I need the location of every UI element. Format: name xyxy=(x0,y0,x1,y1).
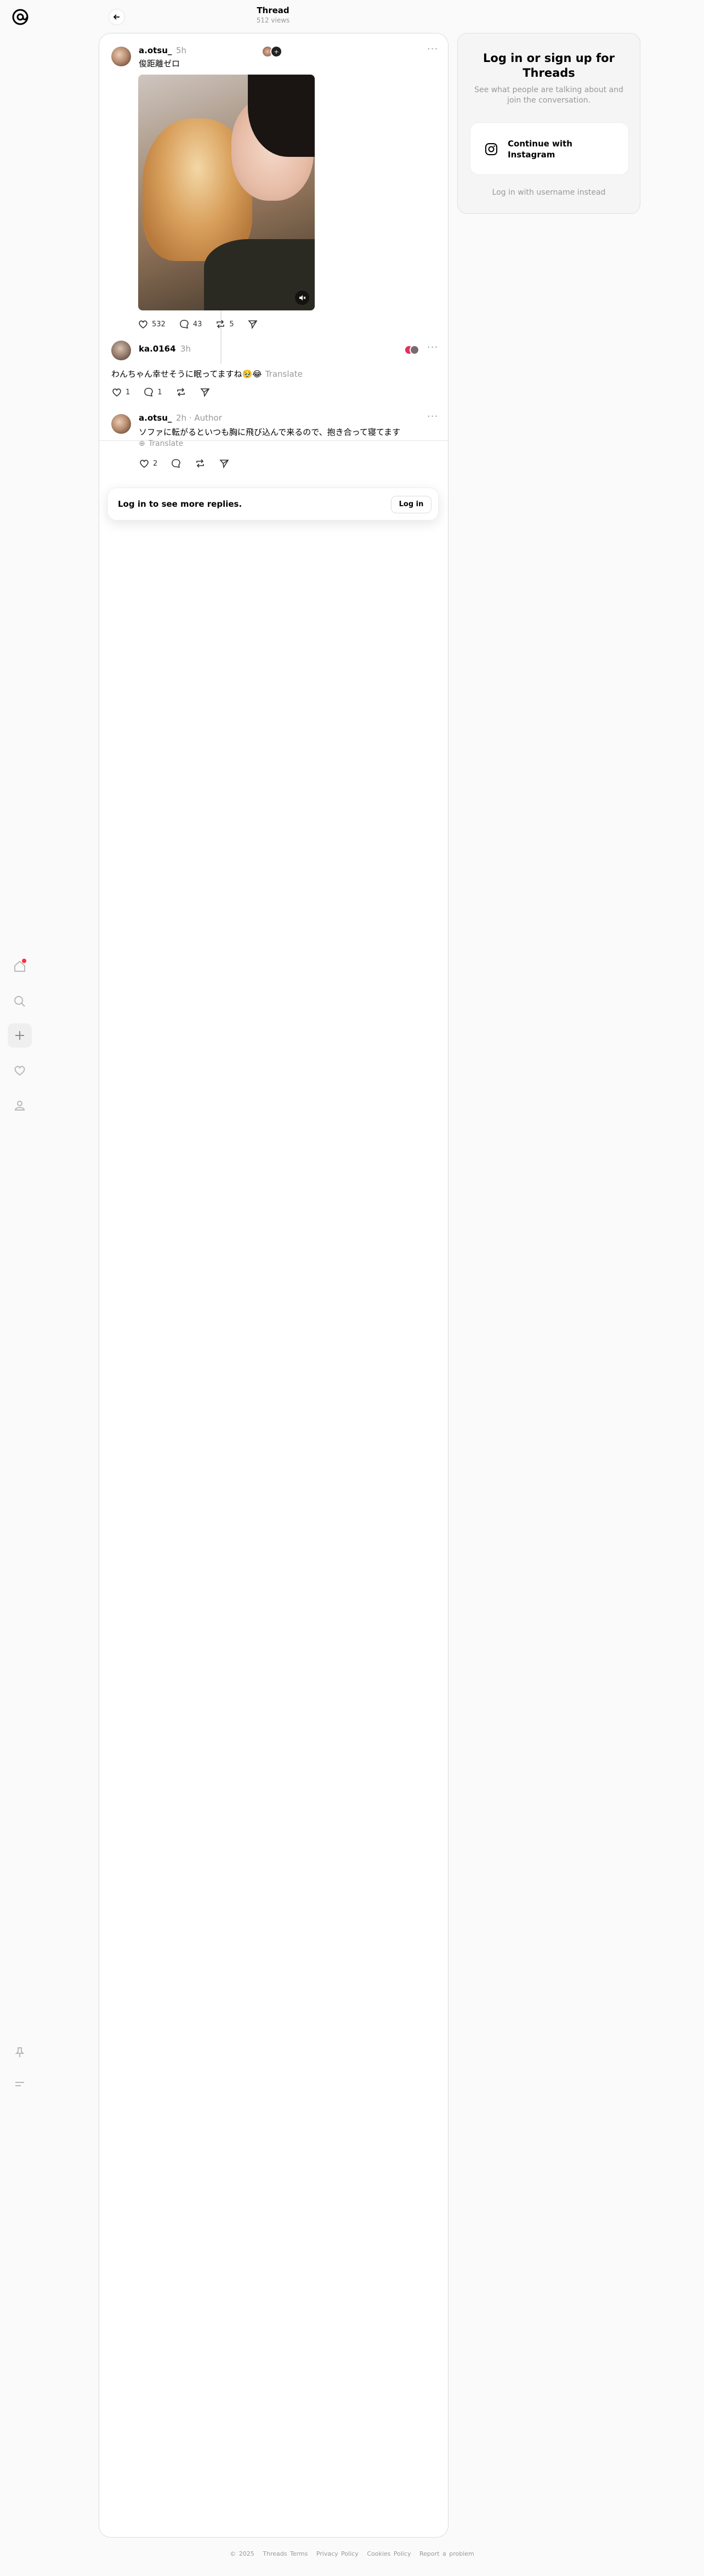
post-more-button[interactable]: ··· xyxy=(427,43,438,55)
footer: © 2025 Threads Terms Privacy Policy Cook… xyxy=(0,2550,704,2557)
pin-icon xyxy=(15,2047,25,2057)
reply2-time-row: 2h · Author xyxy=(176,413,222,423)
view-count: 512 views xyxy=(256,16,290,24)
post-actions: 532 43 5 xyxy=(138,319,258,330)
post-video[interactable] xyxy=(138,75,315,310)
signup-card: Log in or sign up for Threads See what p… xyxy=(457,33,640,214)
back-button[interactable] xyxy=(109,9,125,25)
send-icon xyxy=(200,388,209,398)
username-login-link[interactable]: Log in with username instead xyxy=(458,188,640,197)
reply1-time[interactable]: 3h xyxy=(180,344,191,354)
nav-menu-button[interactable] xyxy=(8,2072,32,2096)
translate-globe-icon: ⊕ xyxy=(139,439,145,448)
instagram-icon xyxy=(485,143,497,155)
follow-plus-icon: + xyxy=(270,46,282,58)
threads-logo-icon[interactable] xyxy=(11,8,30,26)
repost-button[interactable]: 5 xyxy=(215,319,234,330)
footer-link-privacy[interactable]: Privacy Policy xyxy=(316,2550,359,2557)
share-button[interactable] xyxy=(219,458,230,469)
comment-icon xyxy=(180,320,189,329)
heart-icon xyxy=(112,388,121,397)
reply1-text-row: わんちゃん幸せそうに眠ってますね🥹😂 Translate xyxy=(111,368,303,380)
like-count: 1 xyxy=(126,388,130,397)
nav-create-button[interactable] xyxy=(8,1023,32,1048)
heart-icon xyxy=(14,1066,25,1076)
reply-count: 43 xyxy=(192,320,202,329)
search-icon xyxy=(14,996,25,1007)
reply2-time[interactable]: 2h xyxy=(176,413,186,423)
signup-title: Log in or sign up for Threads xyxy=(483,52,615,80)
signup-description: See what people are talking about and jo… xyxy=(474,86,623,105)
share-button[interactable] xyxy=(247,319,258,330)
like-button[interactable]: 1 xyxy=(111,387,130,398)
heart-icon xyxy=(140,460,149,468)
reply2-translate-link[interactable]: Translate xyxy=(149,439,184,448)
send-icon xyxy=(219,460,229,469)
like-count: 532 xyxy=(152,320,166,329)
like-button[interactable]: 2 xyxy=(139,458,157,469)
reply2-more-button[interactable]: ··· xyxy=(427,411,438,422)
thread-panel: a.otsu_ 5h + ··· 俊距離ゼロ 532 43 5 ka.0164 … xyxy=(99,33,448,2538)
footer-link-cookies[interactable]: Cookies Policy xyxy=(367,2550,411,2557)
heart-icon xyxy=(139,320,147,329)
nav-search-button[interactable] xyxy=(8,989,32,1014)
reply1-translate-link[interactable]: Translate xyxy=(265,369,303,379)
reply1-text: わんちゃん幸せそうに眠ってますね🥹😂 xyxy=(111,369,262,379)
replier-avatar xyxy=(410,345,419,355)
repost-button[interactable] xyxy=(195,458,206,469)
repost-count: 5 xyxy=(229,320,234,329)
repost-icon xyxy=(217,320,225,329)
login-prompt-bar: Log in to see more replies. Log in xyxy=(107,488,439,520)
nav-profile-button[interactable] xyxy=(8,1094,32,1118)
nav-pin-button[interactable] xyxy=(8,2040,32,2064)
speaker-muted-icon xyxy=(299,295,306,301)
comment-icon xyxy=(144,388,154,397)
footer-link-report[interactable]: Report a problem xyxy=(419,2550,474,2557)
comment-icon xyxy=(172,459,181,468)
continue-with-instagram-button[interactable]: Continue with Instagram xyxy=(470,122,629,175)
reply-button[interactable] xyxy=(171,458,181,469)
reply-button[interactable]: 1 xyxy=(143,387,162,398)
notification-dot xyxy=(22,959,26,963)
reply2-translate-row[interactable]: ⊕ Translate xyxy=(139,439,183,448)
reply1-username[interactable]: ka.0164 xyxy=(139,344,176,354)
reply2-username[interactable]: a.otsu_ xyxy=(139,413,172,423)
reply1-more-button[interactable]: ··· xyxy=(427,342,438,353)
nav-rail xyxy=(0,0,39,2576)
reply2-actions: 2 xyxy=(139,458,230,469)
arrow-left-icon xyxy=(113,14,120,20)
repost-icon xyxy=(177,388,185,397)
mute-button[interactable] xyxy=(295,291,309,305)
reply1-avatar[interactable] xyxy=(111,341,131,360)
reply-count: 1 xyxy=(157,388,162,397)
reply2-text: ソファに転がるといつも胸に飛び込んで来るので、抱き合って寝てます xyxy=(139,427,401,437)
instagram-button-label: Continue with Instagram xyxy=(508,139,572,160)
repliers-facepile[interactable]: + xyxy=(262,46,282,58)
send-icon xyxy=(247,320,258,330)
menu-icon xyxy=(15,2082,24,2086)
page-title: Thread xyxy=(257,5,289,15)
nav-home-button[interactable] xyxy=(8,954,32,978)
footer-link-terms[interactable]: Threads Terms xyxy=(263,2550,308,2557)
reply1-actions: 1 1 xyxy=(111,387,211,398)
plus-icon xyxy=(15,1031,24,1040)
reply2-avatar[interactable] xyxy=(111,414,131,434)
like-button[interactable]: 532 xyxy=(138,319,166,330)
login-prompt-text: Log in to see more replies. xyxy=(118,499,242,509)
footer-copyright: © 2025 xyxy=(230,2550,254,2557)
repost-icon xyxy=(196,459,205,468)
like-count: 2 xyxy=(153,459,158,468)
login-button[interactable]: Log in xyxy=(391,496,432,513)
post-author-avatar[interactable] xyxy=(111,47,131,66)
author-badge: Author xyxy=(194,413,222,423)
repost-button[interactable] xyxy=(175,387,186,398)
reply1-facepile[interactable] xyxy=(404,345,419,355)
share-button[interactable] xyxy=(200,387,211,398)
profile-icon xyxy=(14,1101,25,1111)
post-username[interactable]: a.otsu_ xyxy=(139,46,172,55)
nav-activity-button[interactable] xyxy=(8,1058,32,1083)
reply-button[interactable]: 43 xyxy=(179,319,202,330)
post-text: 俊距離ゼロ xyxy=(139,59,180,69)
post-time[interactable]: 5h xyxy=(176,46,186,55)
